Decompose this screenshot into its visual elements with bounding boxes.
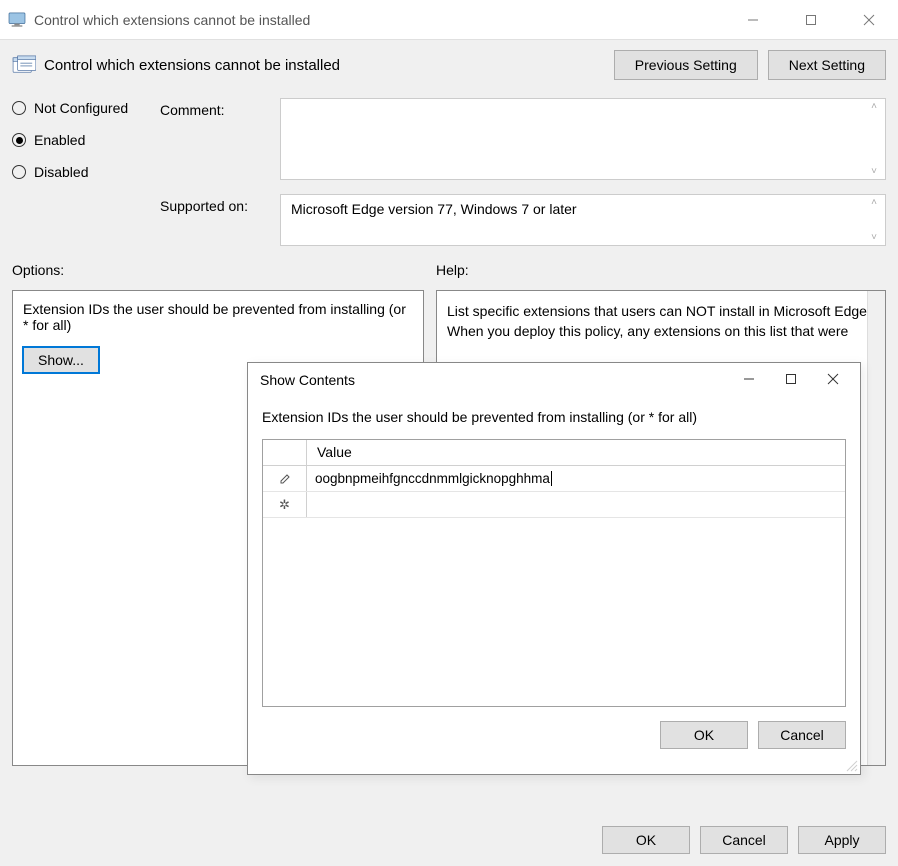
new-row-icon: ✲ [263, 492, 307, 517]
scrollbar[interactable] [867, 291, 885, 765]
previous-setting-button[interactable]: Previous Setting [614, 50, 758, 80]
help-text: List specific extensions that users can … [447, 303, 871, 339]
options-caption: Extension IDs the user should be prevent… [23, 301, 413, 333]
title-bar: Control which extensions cannot be insta… [0, 0, 898, 40]
supported-on-value: Microsoft Edge version 77, Windows 7 or … [291, 201, 577, 217]
dialog-minimize-button[interactable] [728, 372, 770, 388]
scroll-down-icon: ˅ [867, 232, 881, 243]
grid-row[interactable]: oogbnpmeihfgnccdnmmlgicknopghhma [263, 466, 845, 492]
radio-label: Not Configured [34, 100, 128, 116]
maximize-button[interactable] [782, 0, 840, 39]
window-title: Control which extensions cannot be insta… [34, 12, 724, 28]
radio-icon [12, 165, 26, 179]
radio-label: Disabled [34, 164, 88, 180]
radio-disabled[interactable]: Disabled [12, 164, 160, 180]
settings-icon [12, 55, 36, 75]
show-contents-dialog: Show Contents Extension IDs the user sho… [247, 362, 861, 775]
scroll-up-icon: ˄ [867, 197, 881, 208]
scroll-up-icon: ˄ [867, 101, 881, 112]
radio-not-configured[interactable]: Not Configured [12, 100, 160, 116]
close-button[interactable] [840, 0, 898, 39]
resize-grip-icon[interactable] [844, 758, 858, 772]
pencil-icon [263, 466, 307, 491]
dialog-close-button[interactable] [812, 372, 854, 388]
radio-enabled[interactable]: Enabled [12, 132, 160, 148]
dialog-cancel-button[interactable]: Cancel [758, 721, 846, 749]
dialog-maximize-button[interactable] [770, 372, 812, 388]
radio-icon [12, 101, 26, 115]
grid-cell-value[interactable]: oogbnpmeihfgnccdnmmlgicknopghhma [307, 466, 845, 491]
dialog-title: Show Contents [260, 372, 728, 388]
value-grid[interactable]: Value oogbnpmeihfgnccdnmmlgicknopghhma ✲ [262, 439, 846, 707]
options-label: Options: [12, 262, 424, 278]
supported-label: Supported on: [160, 194, 280, 214]
grid-column-header: Value [307, 440, 845, 465]
ok-button[interactable]: OK [602, 826, 690, 854]
radio-label: Enabled [34, 132, 85, 148]
cancel-button[interactable]: Cancel [700, 826, 788, 854]
policy-icon [8, 12, 26, 28]
radio-icon [12, 133, 26, 147]
grid-corner [263, 440, 307, 465]
comment-input[interactable]: ˄ ˅ [280, 98, 886, 180]
next-setting-button[interactable]: Next Setting [768, 50, 886, 80]
scroll-down-icon: ˅ [867, 166, 881, 177]
page-title: Control which extensions cannot be insta… [44, 57, 604, 74]
help-label: Help: [436, 262, 886, 278]
show-button[interactable]: Show... [23, 347, 99, 373]
supported-on-field: Microsoft Edge version 77, Windows 7 or … [280, 194, 886, 246]
dialog-caption: Extension IDs the user should be prevent… [262, 409, 846, 425]
apply-button[interactable]: Apply [798, 826, 886, 854]
grid-row[interactable]: ✲ [263, 492, 845, 518]
comment-label: Comment: [160, 98, 280, 118]
minimize-button[interactable] [724, 0, 782, 39]
grid-cell-value[interactable] [307, 492, 845, 517]
dialog-ok-button[interactable]: OK [660, 721, 748, 749]
